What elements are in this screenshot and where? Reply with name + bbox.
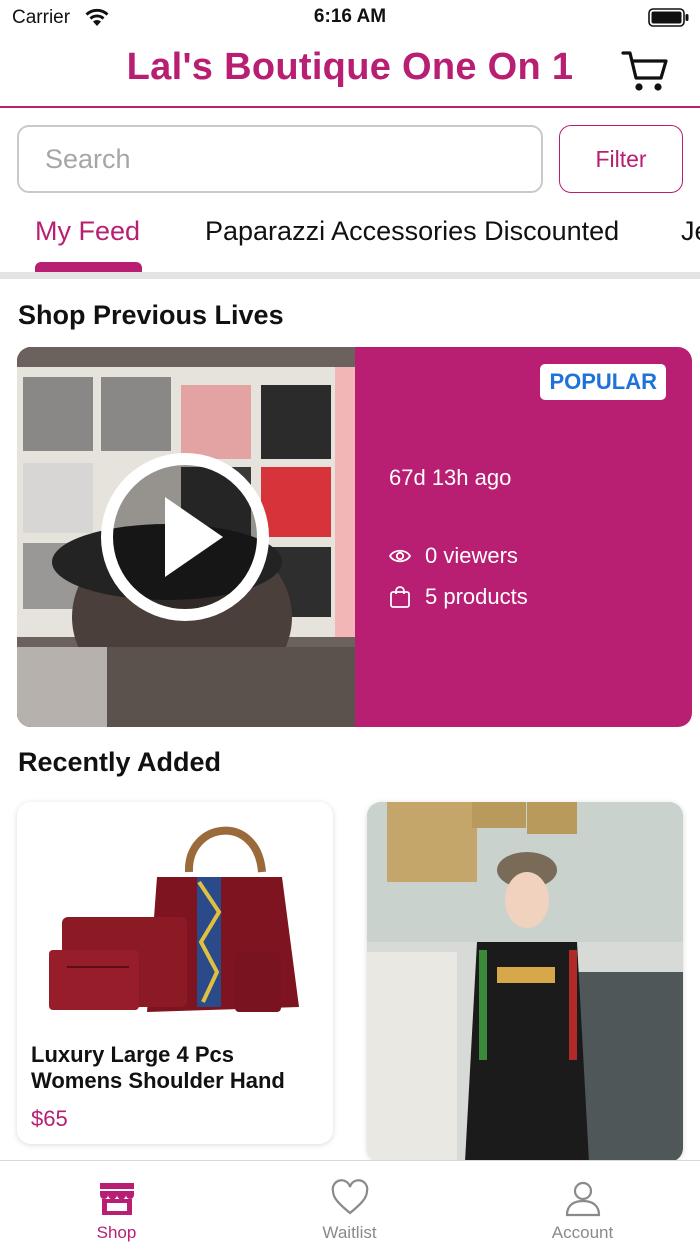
person-icon	[565, 1181, 601, 1217]
store-title: Lal's Boutique One On 1	[126, 46, 574, 88]
eye-icon	[389, 549, 411, 563]
status-bar: Carrier 6:16 AM	[0, 0, 700, 36]
product-image	[367, 802, 683, 1162]
tabbar-account[interactable]: Account	[466, 1161, 699, 1244]
search-input[interactable]	[17, 125, 543, 193]
section-title-previous-lives: Shop Previous Lives	[18, 300, 284, 330]
clock: 6:16 AM	[313, 6, 387, 27]
product-card[interactable]: Luxury Large 4 Pcs Womens Shoulder Hand …	[17, 802, 333, 1144]
tabbar-shop-label: Shop	[96, 1223, 137, 1242]
bottom-tab-bar: Shop Waitlist Account	[0, 1160, 700, 1244]
live-info-panel: POPULAR 67d 13h ago 0 viewers 5 products	[355, 347, 692, 727]
tabbar-waitlist[interactable]: Waitlist	[233, 1161, 466, 1244]
app-header: Lal's Boutique One On 1	[0, 36, 700, 108]
live-viewers-text: 0 viewers	[425, 543, 518, 568]
battery-icon	[648, 8, 689, 27]
product-title: Luxury Large 4 Pcs Womens Shoulder Hand	[31, 1042, 285, 1093]
section-title-recently-added: Recently Added	[18, 747, 222, 777]
live-video-thumbnail[interactable]	[17, 347, 355, 727]
product-price: $65	[31, 1106, 68, 1131]
heart-icon	[331, 1179, 369, 1215]
cart-icon[interactable]	[620, 48, 670, 94]
live-products-text: 5 products	[425, 584, 528, 609]
tabbar-shop[interactable]: Shop	[0, 1161, 233, 1244]
tabbar-waitlist-label: Waitlist	[322, 1223, 377, 1242]
tab-paparazzi-accessories[interactable]: Paparazzi Accessories Discounted	[205, 216, 619, 247]
tabbar-account-label: Account	[551, 1223, 614, 1242]
product-card[interactable]	[367, 802, 683, 1162]
popular-badge: POPULAR	[540, 364, 666, 400]
shopping-bag-icon	[390, 586, 410, 608]
live-time-ago: 67d 13h ago	[389, 465, 512, 490]
shop-icon	[100, 1183, 134, 1215]
live-viewers: 0 viewers	[389, 543, 518, 569]
live-thumbnail-image	[17, 347, 355, 727]
filter-button[interactable]: Filter	[559, 125, 683, 193]
previous-live-card[interactable]: POPULAR 67d 13h ago 0 viewers 5 products	[17, 347, 692, 727]
tabs-divider	[0, 272, 700, 279]
tab-next[interactable]: Je	[681, 216, 700, 247]
product-image	[17, 802, 333, 1034]
tab-my-feed[interactable]: My Feed	[35, 216, 140, 247]
category-tabs: My Feed Paparazzi Accessories Discounted…	[0, 198, 700, 278]
live-products: 5 products	[389, 584, 528, 610]
